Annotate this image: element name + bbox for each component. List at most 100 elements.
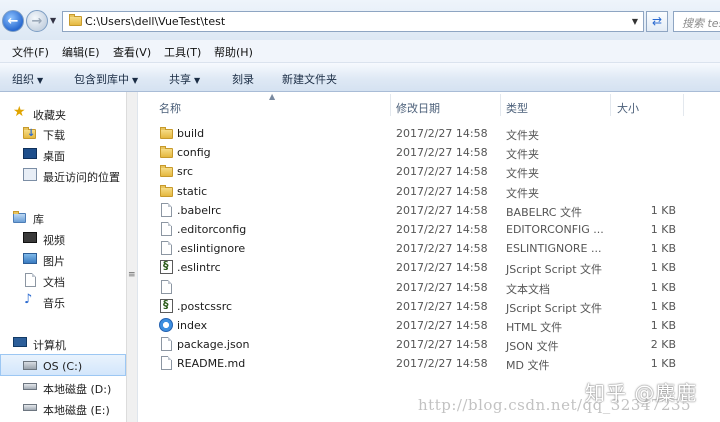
column-date-header[interactable]: 修改日期 xyxy=(396,100,440,116)
nav-pane-scrollbar[interactable]: ≡ xyxy=(126,92,137,422)
new-folder-button[interactable]: 新建文件夹 xyxy=(282,71,337,87)
sort-ascending-icon: ▲ xyxy=(269,92,276,101)
file-size: 1 KB xyxy=(650,299,676,313)
column-type-header[interactable]: 类型 xyxy=(506,100,528,116)
address-input[interactable]: C:\Users\dell\VueTest\test ▼ xyxy=(62,11,644,32)
file-name: README.md xyxy=(177,357,246,371)
back-button[interactable]: ← xyxy=(2,10,24,32)
navigation-pane: ★ 收藏夹 ↓ 下载 桌面 最近访问的位置 库 视频 图片 文档 ♪ 音乐 计算… xyxy=(0,92,137,422)
star-icon: ★ xyxy=(13,104,26,120)
file-size: 1 KB xyxy=(650,223,676,236)
file-modified-date: 2017/2/27 14:58 xyxy=(396,280,488,294)
drive-icon xyxy=(23,383,37,390)
file-name: index xyxy=(177,319,208,332)
file-row[interactable]: config 2017/2/27 14:58 文件夹 xyxy=(138,143,720,162)
nav-videos[interactable]: 视频 xyxy=(0,228,126,248)
file-type: 文件夹 xyxy=(506,148,539,162)
nav-downloads[interactable]: ↓ 下载 xyxy=(0,123,126,143)
nav-documents[interactable]: 文档 xyxy=(0,270,126,290)
file-modified-date: 2017/2/27 14:58 xyxy=(396,338,488,352)
organize-button[interactable]: 组织 ▼ xyxy=(12,71,43,87)
file-row[interactable]: .babelrc 2017/2/27 14:58 BABELRC 文件 1 KB xyxy=(138,201,720,220)
file-name: config xyxy=(177,146,211,160)
menu-edit[interactable]: 编辑(E) xyxy=(62,44,100,60)
nav-music[interactable]: ♪ 音乐 xyxy=(0,291,126,311)
nav-recent-places[interactable]: 最近访问的位置 xyxy=(0,165,126,185)
file-type: ESLINTIGNORE ... xyxy=(506,242,602,256)
file-icon xyxy=(159,337,174,352)
organize-label: 组织 xyxy=(12,73,34,86)
folder-icon xyxy=(159,164,174,179)
file-row[interactable]: .eslintignore 2017/2/27 14:58 ESLINTIGNORE… xyxy=(138,239,720,258)
music-icon: ♪ xyxy=(24,292,33,307)
library-icon xyxy=(13,210,27,223)
file-name: build xyxy=(177,127,205,140)
column-size-header[interactable]: 大小 xyxy=(617,100,639,116)
share-button[interactable]: 共享 ▼ xyxy=(169,71,200,87)
recent-pages-dropdown-icon[interactable]: ▼ xyxy=(50,16,56,25)
file-row[interactable]: index 2017/2/27 14:58 HTML 文件 1 KB xyxy=(138,316,720,335)
file-row[interactable]: README.md 2017/2/27 14:58 MD 文件 1 KB xyxy=(138,354,720,373)
menu-help[interactable]: 帮助(H) xyxy=(214,44,253,60)
file-row[interactable]: .editorconfig 2017/2/27 14:58 EDITORCONFIG… xyxy=(138,220,720,239)
file-row[interactable]: .postcssrc 2017/2/27 14:58 JScript Script … xyxy=(138,297,720,316)
column-divider[interactable] xyxy=(683,94,684,116)
file-list-pane: ▲ 名称 修改日期 类型 大小 build 2017/2/27 14:58 文件夹 c… xyxy=(137,92,720,422)
downloads-icon: ↓ xyxy=(23,126,37,139)
file-row[interactable]: package.json 2017/2/27 14:58 JSON 文件 2 KB xyxy=(138,335,720,354)
nav-favorites-label: 收藏夹 xyxy=(33,109,66,122)
file-size: 1 KB xyxy=(650,261,676,275)
column-divider[interactable] xyxy=(500,94,501,116)
menu-bar: 文件(F) 编辑(E) 查看(V) 工具(T) 帮助(H) xyxy=(0,40,720,63)
nav-pictures[interactable]: 图片 xyxy=(0,249,126,269)
file-modified-date: 2017/2/27 14:58 xyxy=(396,146,488,160)
computer-icon xyxy=(13,337,27,347)
file-row[interactable]: 2017/2/27 14:58 文本文档 1 KB xyxy=(138,278,720,297)
refresh-button[interactable]: ⇄ xyxy=(646,11,668,32)
include-in-library-button[interactable]: 包含到库中 ▼ xyxy=(74,71,138,87)
nav-desktop[interactable]: 桌面 xyxy=(0,144,126,164)
nav-libraries-label: 库 xyxy=(33,213,44,226)
file-modified-date: 2017/2/27 14:58 xyxy=(396,261,488,275)
file-modified-date: 2017/2/27 14:58 xyxy=(396,184,488,198)
address-dropdown-icon[interactable]: ▼ xyxy=(632,17,638,26)
file-row[interactable]: build 2017/2/27 14:58 文件夹 xyxy=(138,124,720,143)
menu-file[interactable]: 文件(F) xyxy=(12,44,49,60)
nav-libraries[interactable]: 库 xyxy=(0,207,126,227)
nav-drive-d-label: 本地磁盘 (D:) xyxy=(43,383,112,396)
burn-button[interactable]: 刻录 xyxy=(232,71,254,87)
file-row[interactable]: .eslintrc 2017/2/27 14:58 JScript Script 文… xyxy=(138,258,720,277)
nav-music-label: 音乐 xyxy=(43,297,65,310)
file-modified-date: 2017/2/27 14:58 xyxy=(396,127,488,140)
nav-favorites[interactable]: ★ 收藏夹 xyxy=(0,103,126,123)
file-row[interactable]: src 2017/2/27 14:58 文件夹 xyxy=(138,162,720,181)
file-row[interactable]: static 2017/2/27 14:58 文件夹 xyxy=(138,182,720,201)
nav-computer-label: 计算机 xyxy=(33,339,66,352)
nav-downloads-label: 下载 xyxy=(43,129,65,142)
desktop-icon xyxy=(23,148,37,159)
file-size: 1 KB xyxy=(650,242,676,256)
file-name: .eslintignore xyxy=(177,242,246,256)
file-size: 1 KB xyxy=(650,319,676,332)
column-name-header[interactable]: 名称 xyxy=(159,100,181,116)
file-size: 1 KB xyxy=(650,357,676,371)
menu-view[interactable]: 查看(V) xyxy=(113,44,151,60)
column-divider[interactable] xyxy=(390,94,391,116)
column-divider[interactable] xyxy=(610,94,611,116)
nav-drive-d[interactable]: 本地磁盘 (D:) xyxy=(0,377,126,397)
forward-button[interactable]: → xyxy=(26,10,48,32)
file-name: .postcssrc xyxy=(177,299,233,313)
file-name: .babelrc xyxy=(177,203,222,217)
file-modified-date: 2017/2/27 14:58 xyxy=(396,223,488,236)
nav-recent-label: 最近访问的位置 xyxy=(43,171,120,184)
command-bar: 组织 ▼ 包含到库中 ▼ 共享 ▼ 刻录 新建文件夹 xyxy=(0,63,720,92)
file-modified-date: 2017/2/27 14:58 xyxy=(396,319,488,332)
search-input[interactable]: 搜索 test xyxy=(673,11,720,32)
watermark-brand: 知乎 @麋鹿 xyxy=(585,381,698,405)
nav-computer[interactable]: 计算机 xyxy=(0,333,126,353)
file-name: src xyxy=(177,165,194,179)
documents-icon xyxy=(23,273,37,287)
nav-drive-e[interactable]: 本地磁盘 (E:) xyxy=(0,398,126,418)
menu-tools[interactable]: 工具(T) xyxy=(164,44,201,60)
nav-drive-c[interactable]: OS (C:) xyxy=(0,354,126,376)
